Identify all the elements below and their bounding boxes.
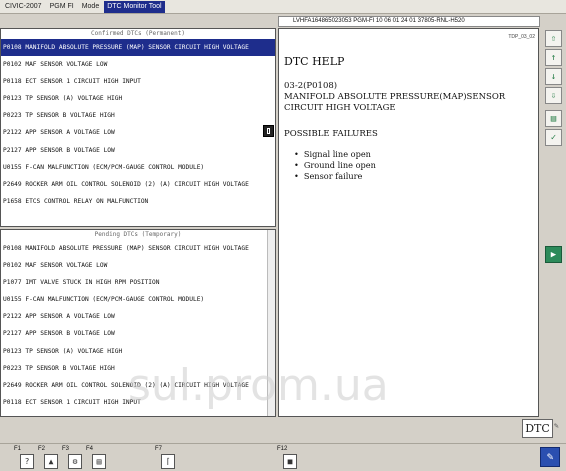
snapshot-icon: ⌈	[161, 454, 175, 469]
pending-dtc-row[interactable]: P0102 MAF SENSOR VOLTAGE LOW	[1, 257, 275, 274]
pending-dtc-row[interactable]: P2122 APP SENSOR A VOLTAGE LOW	[1, 308, 275, 325]
confirmed-dtc-header: Confirmed DTCs (Permanent)	[91, 30, 185, 37]
pending-dtc-row[interactable]: P0123 TP SENSOR (A) VOLTAGE HIGH	[1, 343, 275, 360]
settings-icon: ■	[283, 454, 297, 469]
confirmed-dtc-row[interactable]: P0123 TP SENSOR (A) VOLTAGE HIGH	[1, 90, 275, 107]
f3-tools-button[interactable]: F3 ⚙	[62, 446, 84, 470]
watermark: sul.prom.ua	[128, 360, 389, 411]
confirmed-dtc-row[interactable]: P0223 TP SENSOR B VOLTAGE HIGH	[1, 107, 275, 124]
pending-dtc-row[interactable]: P1077 IMT VALVE STUCK IN HIGH RPM POSITI…	[1, 274, 275, 291]
help-page-id: TDP_03_02	[508, 34, 535, 40]
failure-item: Sensor failure	[294, 171, 533, 182]
pending-dtc-row[interactable]: P0108 MANIFOLD ABSOLUTE PRESSURE (MAP) S…	[1, 240, 275, 257]
f1-help-button[interactable]: F1 ?	[14, 446, 36, 470]
confirmed-dtc-row[interactable]: P0102 MAF SENSOR VOLTAGE LOW	[1, 56, 275, 73]
exit-icon[interactable]: ▶	[545, 246, 562, 263]
confirmed-dtc-row[interactable]: U0155 F-CAN MALFUNCTION (ECM/PCM-GAUGE C…	[1, 159, 275, 176]
panel-splitter-handle[interactable]	[263, 125, 274, 137]
vehicle-model: CIVIC-2007	[5, 3, 42, 10]
confirmed-dtc-row[interactable]: P0108 MANIFOLD ABSOLUTE PRESSURE (MAP) S…	[1, 39, 275, 57]
help-icon: ?	[20, 454, 34, 469]
pending-dtc-row[interactable]: U0155 F-CAN MALFUNCTION (ECM/PCM-GAUGE C…	[1, 291, 275, 308]
check-icon[interactable]: ✓	[545, 129, 562, 146]
confirmed-dtc-row[interactable]: P2127 APP SENSOR B VOLTAGE LOW	[1, 142, 275, 159]
pending-dtc-row[interactable]: P1658 ETCS CONTROL RELAY ON MALFUNCTION	[1, 411, 275, 417]
possible-failures-heading: POSSIBLE FAILURES	[284, 129, 378, 139]
pending-dtc-row[interactable]: P2127 APP SENSOR B VOLTAGE LOW	[1, 325, 275, 342]
confirmed-dtc-row[interactable]: P2122 APP SENSOR A VOLTAGE LOW	[1, 124, 275, 141]
possible-failures-list: Signal line open Ground line open Sensor…	[294, 149, 533, 182]
f7-snapshot-button[interactable]: F7 ⌈	[155, 446, 177, 470]
next-page-icon[interactable]: ↓	[545, 68, 562, 85]
tool-title-tab[interactable]: DTC Monitor Tool	[104, 0, 165, 13]
confirmed-dtc-row[interactable]: P2649 ROCKER ARM OIL CONTROL SOLENOID (2…	[1, 176, 275, 193]
f12-settings-button[interactable]: F12 ■	[277, 446, 299, 470]
system-name: PGM FI	[49, 3, 74, 10]
confirmed-dtc-list: P0108 MANIFOLD ABSOLUTE PRESSURE (MAP) S…	[1, 39, 275, 210]
prev-page-icon[interactable]: ↑	[545, 49, 562, 66]
print-icon[interactable]: ▤	[545, 110, 562, 127]
report-icon: ▤	[92, 454, 106, 469]
last-page-icon[interactable]: ⇩	[545, 87, 562, 104]
help-dtc-description: MANIFOLD ABSOLUTE PRESSURE(MAP)SENSOR CI…	[284, 92, 506, 113]
confirmed-dtc-row[interactable]: P0118 ECT SENSOR 1 CIRCUIT HIGH INPUT	[1, 73, 275, 90]
f2-vehicle-button[interactable]: F2 ▲	[38, 446, 60, 470]
vehicle-info-bar: LVHFA164865023053 PGM-FI 10 06 01 24 01 …	[278, 16, 540, 27]
failure-item: Signal line open	[294, 149, 533, 160]
top-menu-bar: CIVIC-2007 PGM FI Mode DTC Monitor Tool	[0, 0, 566, 14]
confirmed-dtc-row[interactable]: P1658 ETCS CONTROL RELAY ON MALFUNCTION	[1, 193, 275, 210]
function-key-bar: F1 ? F2 ▲ F3 ⚙ F4 ▤ F7 ⌈ F12 ■	[0, 443, 566, 471]
help-title: DTC HELP	[284, 55, 345, 68]
failure-item: Ground line open	[294, 160, 533, 171]
edit-pencil-icon[interactable]: ✎	[540, 447, 560, 467]
confirmed-dtc-panel: Confirmed DTCs (Permanent) P0108 MANIFOL…	[0, 28, 276, 227]
pending-dtc-header: Pending DTCs (Temporary)	[94, 231, 182, 238]
status-indicator: DTC	[522, 419, 553, 438]
vehicle-icon: ▲	[44, 454, 58, 469]
f4-report-button[interactable]: F4 ▤	[86, 446, 108, 470]
right-toolbar: ⇧ ↑ ↓ ⇩ ▤ ✓ ▶	[541, 28, 566, 417]
tools-icon: ⚙	[68, 454, 82, 469]
info-icon: ✎	[554, 421, 559, 430]
dtc-help-panel: TDP_03_02 DTC HELP 03-2(P0108) MANIFOLD …	[278, 28, 539, 417]
help-dtc-code: 03-2(P0108)	[284, 81, 338, 91]
mode-menu[interactable]: Mode	[79, 3, 103, 10]
first-page-icon[interactable]: ⇧	[545, 30, 562, 47]
